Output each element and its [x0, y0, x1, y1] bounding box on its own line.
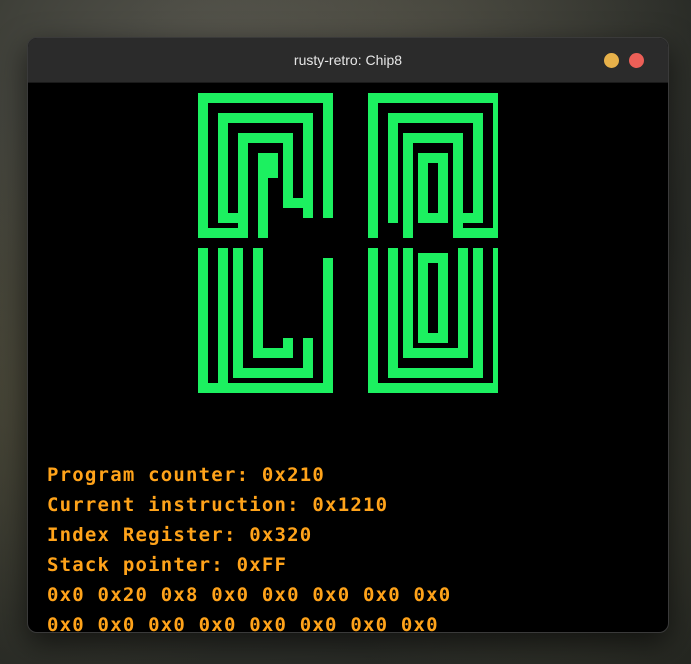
- app-window: rusty-retro: Chip8 Program counter: 0x21…: [27, 37, 669, 633]
- title-bar[interactable]: rusty-retro: Chip8: [28, 38, 668, 83]
- index-register-text: Index Register: 0x320: [47, 524, 313, 546]
- close-button[interactable]: [629, 53, 644, 68]
- emulator-content: Program counter: 0x210 Current instructi…: [28, 83, 668, 633]
- stack-row-1: 0x0 0x20 0x8 0x0 0x0 0x0 0x0 0x0: [47, 584, 452, 606]
- current-instruction-text: Current instruction: 0x1210: [47, 494, 389, 516]
- stack-pointer-text: Stack pointer: 0xFF: [47, 554, 288, 576]
- window-title: rusty-retro: Chip8: [293, 52, 403, 68]
- chip8-display-logo: [198, 93, 498, 393]
- program-counter-text: Program counter: 0x210: [47, 464, 326, 486]
- minimize-button[interactable]: [604, 53, 619, 68]
- stack-row-2: 0x0 0x0 0x0 0x0 0x0 0x0 0x0 0x0: [47, 614, 439, 633]
- debug-panel: Program counter: 0x210 Current instructi…: [47, 460, 452, 633]
